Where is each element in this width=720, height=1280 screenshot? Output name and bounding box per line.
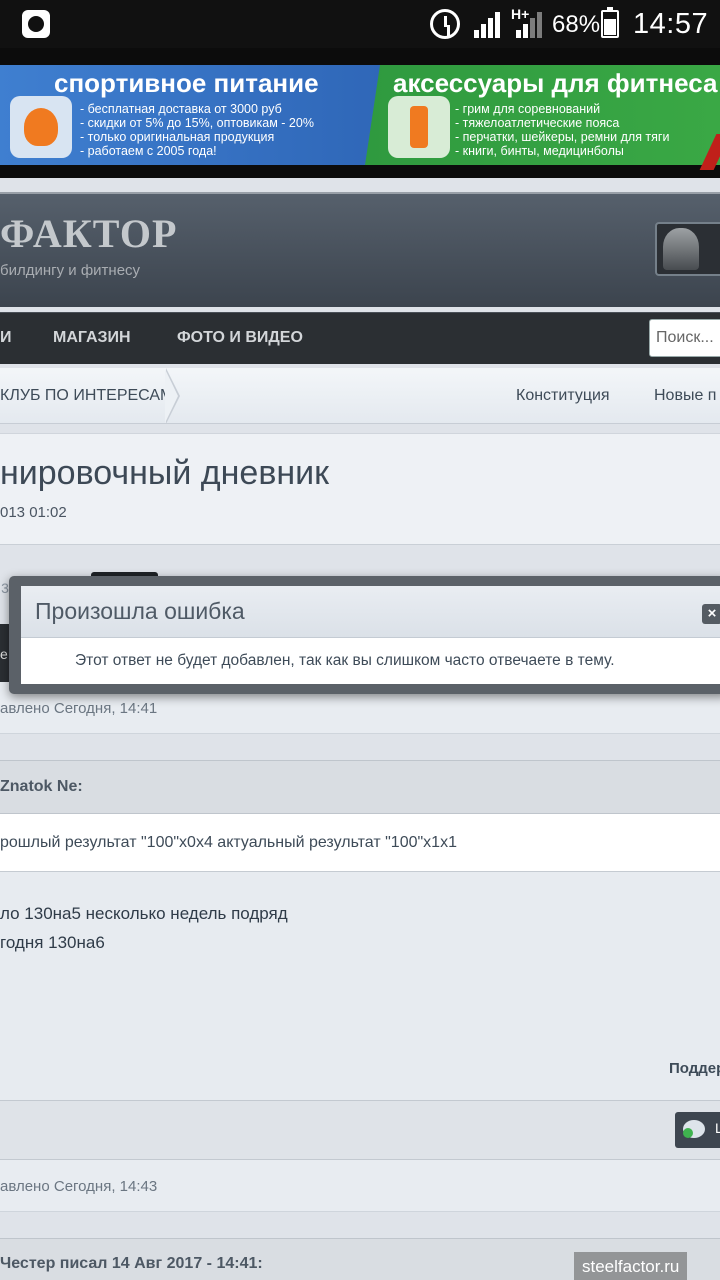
site-tagline: билдингу и фитнесу <box>0 262 141 279</box>
shield-icon <box>22 10 50 38</box>
post-body: ло 130на5 несколько недель подряд годня … <box>0 872 720 1100</box>
ad-banner[interactable]: спортивное питание - бесплатная доставка… <box>0 48 720 178</box>
supplement-icon <box>10 96 72 158</box>
battery-percent: 68% <box>552 11 601 38</box>
post-text-line: годня 130на6 <box>0 933 105 952</box>
watermark: steelfactor.ru <box>574 1252 688 1280</box>
post-date: авлено Сегодня, 14:43 <box>0 1178 158 1195</box>
signal-icon <box>516 12 544 38</box>
quote-icon <box>683 1120 705 1138</box>
quote-author: Честер писал 14 Авг 2017 - 14:41: <box>0 1255 263 1272</box>
ad-lines: - грим для соревнований - тяжелоатлетиче… <box>455 102 670 158</box>
quote-author: Znatok Ne: <box>0 778 83 795</box>
dialog-title: Произошла ошибка <box>35 598 245 624</box>
quote-body: рошлый результат "100"х0х4 актуальный ре… <box>0 814 720 872</box>
error-dialog-panel: Произошла ошибка × Этот ответ не будет д… <box>21 586 720 684</box>
ad-title: спортивное питание <box>54 68 319 98</box>
clock: 14:57 <box>633 8 709 40</box>
close-icon[interactable]: × <box>702 604 720 624</box>
link-new-posts[interactable]: Новые п <box>654 387 716 405</box>
error-dialog: Произошла ошибка × Этот ответ не будет д… <box>9 576 720 694</box>
breadcrumb-item[interactable]: КЛУБ ПО ИНТЕРЕСАМ <box>0 387 173 405</box>
alarm-icon <box>430 9 460 39</box>
nav-item-forum[interactable]: И <box>0 329 12 347</box>
site-logo[interactable]: ФАКТОР <box>0 210 177 257</box>
ad-title: аксессуары для фитнеса <box>393 68 718 98</box>
topic-header: нировочный дневник 013 01:02 <box>0 433 720 545</box>
battery-icon <box>601 7 619 38</box>
quote-text: рошлый результат "100"х0х4 актуальный ре… <box>0 834 457 851</box>
link-constitution[interactable]: Конституция <box>516 387 610 405</box>
post-meta: авлено Сегодня, 14:43 <box>0 1160 720 1212</box>
page-title: нировочный дневник <box>0 454 330 492</box>
search-input[interactable]: Поиск... <box>649 319 720 357</box>
main-nav: И МАГАЗИН ФОТО И ВИДЕО Поиск... <box>0 312 720 364</box>
dialog-message: Этот ответ не будет добавлен, так как вы… <box>75 652 615 669</box>
nav-item-shop[interactable]: МАГАЗИН <box>53 329 131 347</box>
status-bar: H+ 68% 14:57 <box>0 0 720 48</box>
signal-icon <box>474 12 502 38</box>
post-text-line: ло 130на5 несколько недель подряд <box>0 904 288 923</box>
support-link[interactable]: Поддер <box>669 1060 720 1077</box>
avatar[interactable] <box>655 222 720 276</box>
site-header: ФАКТОР билдингу и фитнесу <box>0 192 720 307</box>
nav-item-photo-video[interactable]: ФОТО И ВИДЕО <box>177 329 303 347</box>
post-date: авлено Сегодня, 14:41 <box>0 700 158 717</box>
dialog-header: Произошла ошибка × <box>21 586 720 638</box>
ad-lines: - бесплатная доставка от 3000 руб - скид… <box>80 102 314 158</box>
quote-button[interactable]: Ц <box>675 1112 720 1148</box>
breadcrumb-separator-icon <box>165 368 180 424</box>
breadcrumb: КЛУБ ПО ИНТЕРЕСАМ Конституция Новые п <box>0 368 720 424</box>
post-footer: Ц <box>0 1100 720 1160</box>
shaker-icon <box>388 96 450 158</box>
topic-date: 013 01:02 <box>0 504 67 521</box>
quote-header: Znatok Ne: <box>0 760 720 814</box>
